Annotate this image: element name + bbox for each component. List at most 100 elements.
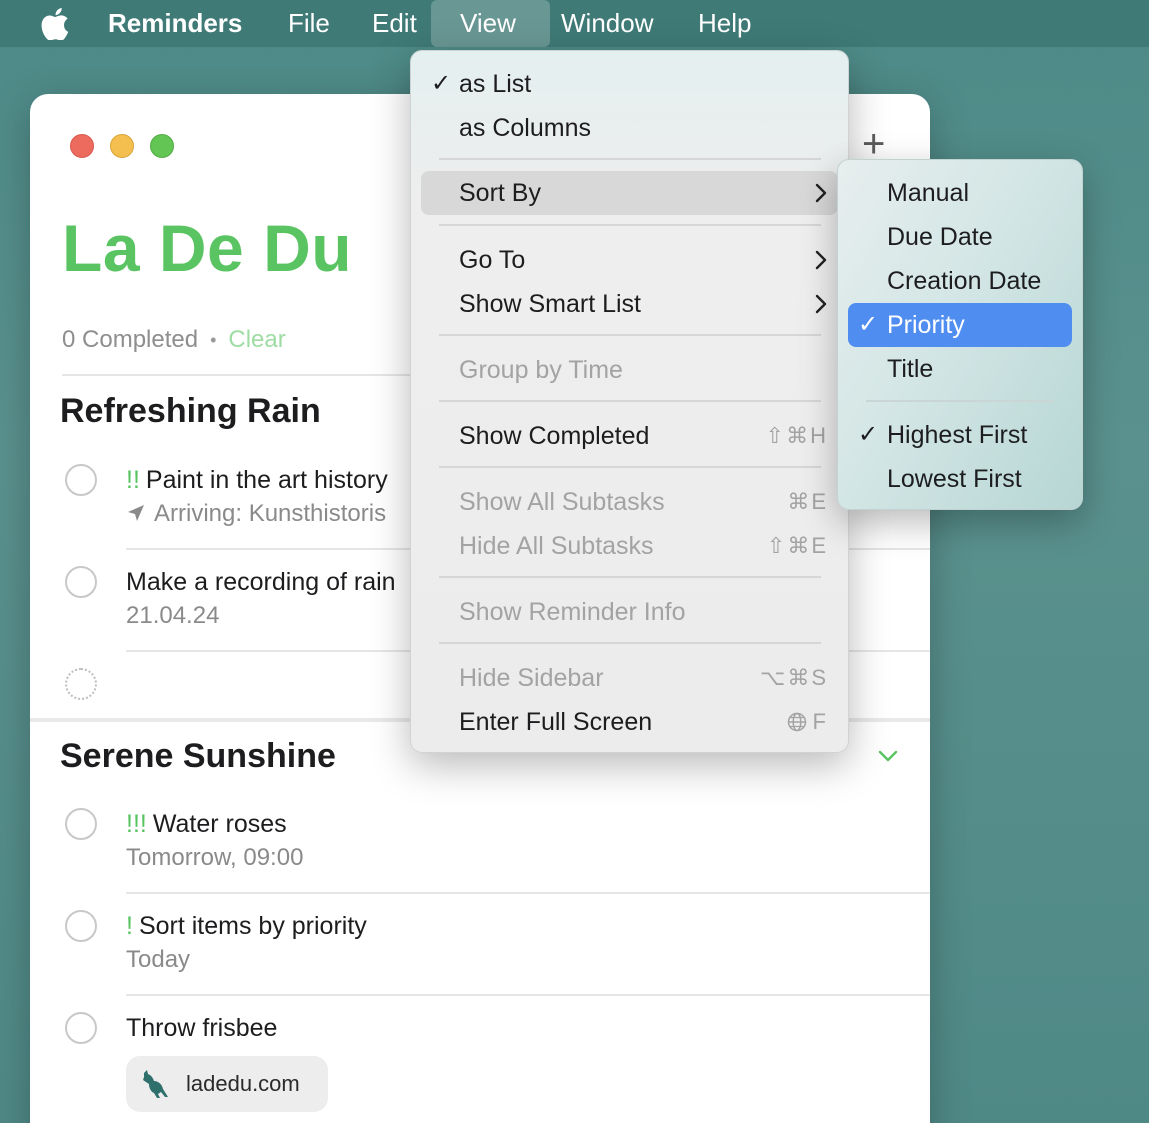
task-checkbox[interactable]: [65, 464, 97, 496]
submenu-item-manual[interactable]: Manual: [848, 171, 1072, 215]
close-window-button[interactable]: [70, 134, 94, 158]
apple-logo-icon[interactable]: [40, 8, 70, 40]
view-menu: ✓ as List as Columns Sort By Go To Show …: [410, 50, 849, 753]
task-checkbox[interactable]: [65, 1012, 97, 1044]
menu-item-label: as List: [459, 70, 532, 98]
task-checkbox[interactable]: [65, 808, 97, 840]
menu-item-sort-by[interactable]: Sort By: [421, 171, 838, 215]
menu-app-reminders[interactable]: Reminders: [94, 0, 256, 47]
minimize-window-button[interactable]: [110, 134, 134, 158]
submenu-item-lowest-first[interactable]: Lowest First: [848, 457, 1072, 501]
zoom-window-button[interactable]: [150, 134, 174, 158]
task-title[interactable]: Make a recording of rain: [126, 568, 396, 597]
shortcut-label: ⇧⌘H: [765, 423, 828, 448]
menu-item-label: Go To: [459, 246, 526, 274]
submenu-item-label: Highest First: [887, 421, 1028, 449]
menu-item-enter-full-screen[interactable]: Enter Full Screen F: [421, 700, 838, 744]
submenu-item-highest-first[interactable]: ✓ Highest First: [848, 413, 1072, 457]
menu-item-show-smart-list[interactable]: Show Smart List: [421, 282, 838, 326]
add-reminder-icon[interactable]: +: [862, 124, 885, 164]
menu-item-group-by-time: Group by Time: [459, 356, 623, 384]
menu-item-label: Hide All Subtasks: [459, 532, 654, 560]
divider: [126, 892, 930, 894]
menu-item-label: Enter Full Screen: [459, 708, 653, 736]
menu-item-label: Sort By: [459, 179, 541, 207]
sort-by-submenu: Manual Due Date Creation Date ✓ Priority…: [837, 159, 1083, 510]
submenu-item-creation-date[interactable]: Creation Date: [848, 259, 1072, 303]
section-title: Refreshing Rain: [60, 392, 321, 430]
shortcut-label: F: [787, 700, 828, 744]
menu-separator: [439, 334, 821, 336]
chevron-right-icon: [815, 250, 827, 270]
task-title[interactable]: !! Paint in the art history: [126, 466, 388, 495]
task-title[interactable]: Throw frisbee: [126, 1014, 277, 1043]
submenu-item-priority[interactable]: ✓ Priority: [848, 303, 1072, 347]
link-chip[interactable]: ladedu.com: [126, 1056, 328, 1112]
clear-completed-button[interactable]: Clear: [228, 326, 285, 354]
menu-separator: [439, 400, 821, 402]
task-date: Tomorrow, 09:00: [126, 844, 304, 871]
chevron-right-icon: [815, 294, 827, 314]
shortcut-key: F: [812, 709, 828, 734]
section-title: Serene Sunshine: [60, 737, 336, 775]
submenu-item-title[interactable]: Title: [848, 347, 1072, 391]
menu-separator: [439, 576, 821, 578]
menu-item-label: Show Completed: [459, 422, 650, 450]
task-title-text: Paint in the art history: [145, 466, 388, 494]
menu-separator: [866, 400, 1054, 402]
task-title[interactable]: ! Sort items by priority: [126, 912, 367, 941]
menu-item-show-completed[interactable]: Show Completed ⇧⌘H: [421, 414, 838, 458]
menu-item-as-columns[interactable]: as Columns: [421, 106, 838, 150]
menu-separator: [439, 158, 821, 160]
separator-dot: •: [210, 329, 217, 350]
menu-separator: [439, 466, 821, 468]
menu-item-label: Show Smart List: [459, 290, 642, 318]
menu-edit[interactable]: Edit: [358, 0, 431, 47]
divider: [126, 994, 930, 996]
menu-item-as-list[interactable]: ✓ as List: [421, 62, 838, 106]
submenu-item-due-date[interactable]: Due Date: [848, 215, 1072, 259]
menu-item-hide-all-subtasks: Hide All Subtasks ⇧⌘E: [421, 524, 838, 568]
task-date: 21.04.24: [126, 602, 220, 629]
menu-item-label: Hide Sidebar: [459, 664, 604, 692]
task-checkbox[interactable]: [65, 910, 97, 942]
location-arrow-icon: [128, 505, 144, 521]
menu-separator: [439, 642, 821, 644]
checkmark-icon: ✓: [858, 311, 879, 338]
chevron-right-icon: [815, 183, 827, 203]
menu-window[interactable]: Window: [547, 0, 667, 47]
priority-marker: !!!: [126, 810, 147, 838]
menu-separator: [439, 224, 821, 226]
task-title-text: Water roses: [152, 810, 287, 838]
menu-item-label: Show All Subtasks: [459, 488, 665, 516]
kangaroo-icon: [143, 1070, 168, 1098]
checkmark-icon: ✓: [431, 70, 452, 97]
task-location-text: Arriving: Kunsthistoris: [154, 500, 387, 527]
task-title[interactable]: !!! Water roses: [126, 810, 287, 839]
menu-item-show-reminder-info: Show Reminder Info: [459, 598, 686, 626]
checkmark-icon: ✓: [858, 421, 879, 448]
menu-help[interactable]: Help: [684, 0, 765, 47]
new-task-placeholder[interactable]: [65, 668, 97, 700]
globe-icon: [787, 712, 806, 732]
task-location: Arriving: Kunsthistoris: [126, 500, 386, 528]
chevron-down-icon[interactable]: [876, 744, 900, 768]
menu-view[interactable]: View: [431, 0, 550, 47]
task-checkbox[interactable]: [65, 566, 97, 598]
task-title-text: Sort items by priority: [138, 912, 367, 940]
shortcut-label: ⇧⌘E: [766, 533, 828, 558]
menu-file[interactable]: File: [274, 0, 344, 47]
priority-marker: !: [126, 912, 133, 940]
menu-item-show-all-subtasks: Show All Subtasks ⌘E: [421, 480, 838, 524]
menu-item-go-to[interactable]: Go To: [421, 238, 838, 282]
priority-marker: !!: [126, 466, 140, 494]
completed-summary: 0 Completed • Clear: [62, 326, 286, 354]
task-date: Today: [126, 946, 191, 973]
completed-count: 0 Completed: [62, 326, 199, 353]
shortcut-label: ⌘E: [787, 489, 828, 514]
link-text: ladedu.com: [186, 1071, 300, 1096]
list-title: La De Du: [62, 211, 353, 285]
menu-bar: Reminders File Edit View Window Help: [0, 0, 1149, 47]
shortcut-label: ⌥⌘S: [759, 665, 828, 690]
menu-item-hide-sidebar: Hide Sidebar ⌥⌘S: [421, 656, 838, 700]
